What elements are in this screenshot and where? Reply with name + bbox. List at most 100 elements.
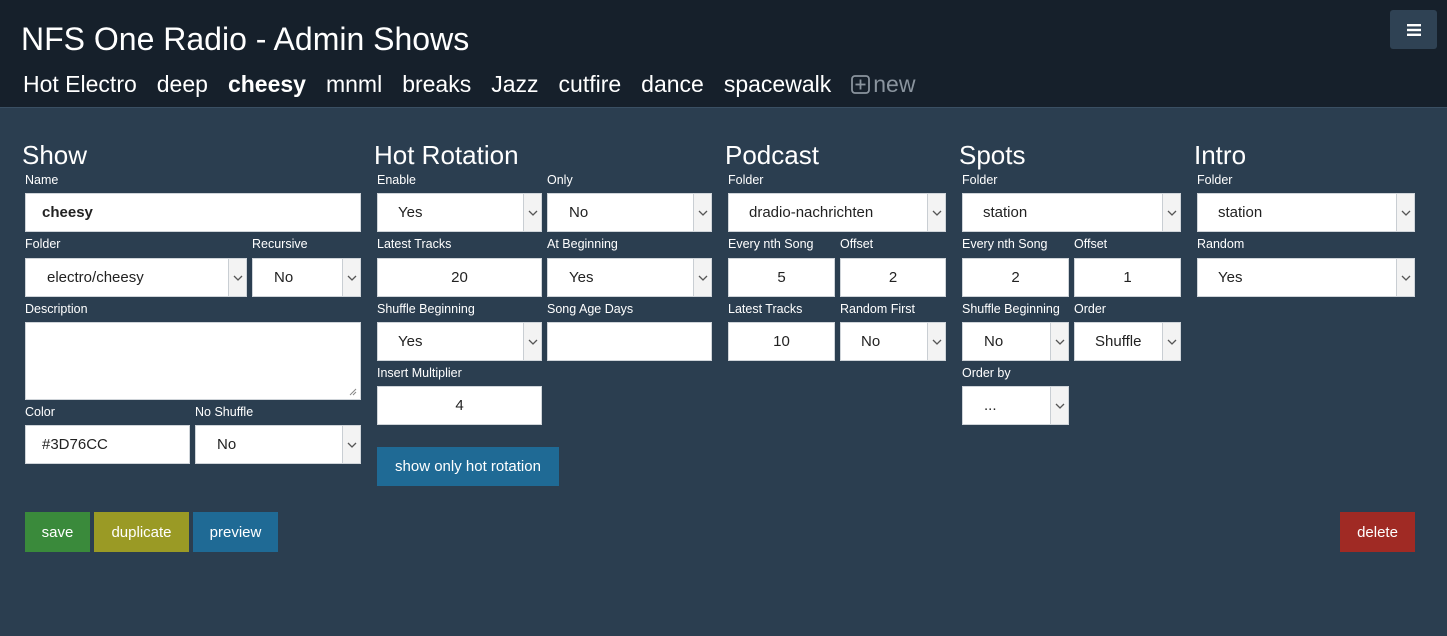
recursive-select[interactable]: No — [252, 258, 361, 297]
color-input[interactable]: #3D76CC — [25, 425, 190, 464]
podcast-every-nth-input[interactable]: 5 — [728, 258, 835, 297]
intro-random-label: Random — [1197, 237, 1245, 251]
color-label: Color — [25, 405, 55, 419]
no-shuffle-label: No Shuffle — [195, 405, 254, 419]
show-only-hot-rotation-button[interactable]: show only hot rotation — [377, 447, 559, 486]
latest-tracks-label: Latest Tracks — [377, 237, 452, 251]
tab-hot-electro[interactable]: Hot Electro — [23, 70, 137, 98]
chevron-down-icon — [927, 194, 945, 231]
latest-tracks-input[interactable]: 20 — [377, 258, 542, 297]
no-shuffle-select[interactable]: No — [195, 425, 361, 464]
tab-cutfire[interactable]: cutfire — [559, 70, 622, 98]
spots-shuffle-beginning-label: Shuffle Beginning — [962, 302, 1060, 316]
spots-every-nth-label: Every nth Song — [962, 237, 1048, 251]
only-select[interactable]: No — [547, 193, 712, 232]
song-age-days-label: Song Age Days — [547, 302, 634, 316]
top-navbar: NFS One Radio - Admin Shows Hot Electro … — [0, 0, 1447, 108]
random-first-select-value: No — [861, 333, 881, 350]
spots-order-by-select[interactable]: ... — [962, 386, 1069, 425]
insert-multiplier-label: Insert Multiplier — [377, 366, 462, 380]
tab-spacewalk[interactable]: spacewalk — [724, 70, 831, 98]
podcast-folder-select-value: dradio-nachrichten — [749, 204, 874, 221]
tab-jazz[interactable]: Jazz — [491, 70, 538, 98]
random-first-label: Random First — [840, 302, 916, 316]
spots-order-label: Order — [1074, 302, 1106, 316]
insert-multiplier-input[interactable]: 4 — [377, 386, 542, 425]
menu-button[interactable] — [1390, 10, 1437, 49]
enable-select[interactable]: Yes — [377, 193, 542, 232]
at-beginning-select[interactable]: Yes — [547, 258, 712, 297]
only-select-value: No — [569, 204, 589, 221]
intro-random-select-value: Yes — [1218, 269, 1243, 286]
intro-heading: Intro — [1194, 140, 1247, 170]
page-title: NFS One Radio - Admin Shows — [21, 21, 470, 57]
tab-dance[interactable]: dance — [641, 70, 704, 98]
spots-order-by-select-value: ... — [984, 397, 997, 414]
save-button[interactable]: save — [25, 512, 90, 552]
folder-select-value: electro/cheesy — [47, 269, 144, 286]
intro-random-select[interactable]: Yes — [1197, 258, 1415, 297]
podcast-every-nth-label: Every nth Song — [728, 237, 814, 251]
at-beginning-select-value: Yes — [569, 269, 594, 286]
chevron-down-icon — [1162, 194, 1180, 231]
podcast-folder-select[interactable]: dradio-nachrichten — [728, 193, 946, 232]
hamburger-icon — [1406, 23, 1421, 36]
intro-folder-label: Folder — [1197, 173, 1233, 187]
spots-order-by-label: Order by — [962, 366, 1011, 380]
spots-order-select[interactable]: Shuffle — [1074, 322, 1181, 361]
chevron-down-icon — [927, 323, 945, 360]
folder-select[interactable]: electro/cheesy — [25, 258, 247, 297]
name-input[interactable]: cheesy — [25, 193, 361, 232]
chevron-down-icon — [1050, 387, 1068, 424]
enable-label: Enable — [377, 173, 416, 187]
tab-breaks[interactable]: breaks — [402, 70, 471, 98]
chevron-down-icon — [1050, 323, 1068, 360]
chevron-down-icon — [1162, 323, 1180, 360]
folder-label: Folder — [25, 237, 61, 251]
spots-shuffle-beginning-select[interactable]: No — [962, 322, 1069, 361]
chevron-down-icon — [1396, 194, 1414, 231]
plus-square-icon — [851, 74, 871, 94]
podcast-offset-input[interactable]: 2 — [840, 258, 946, 297]
podcast-latest-tracks-label: Latest Tracks — [728, 302, 803, 316]
random-first-select[interactable]: No — [840, 322, 946, 361]
recursive-label: Recursive — [252, 237, 308, 251]
tab-new-label: new — [873, 71, 916, 97]
shuffle-beginning-select-value: Yes — [398, 333, 423, 350]
no-shuffle-select-value: No — [217, 436, 237, 453]
song-age-days-input[interactable] — [547, 322, 712, 361]
tab-deep[interactable]: deep — [157, 70, 208, 98]
shuffle-beginning-select[interactable]: Yes — [377, 322, 542, 361]
podcast-latest-tracks-input[interactable]: 10 — [728, 322, 835, 361]
intro-folder-select[interactable]: station — [1197, 193, 1415, 232]
tab-cheesy[interactable]: cheesy — [228, 70, 306, 98]
at-beginning-label: At Beginning — [547, 237, 618, 251]
tab-new[interactable]: new — [851, 70, 915, 98]
preview-button[interactable]: preview — [193, 512, 278, 552]
only-label: Only — [547, 173, 573, 187]
chevron-down-icon — [1396, 259, 1414, 296]
name-label: Name — [25, 173, 59, 187]
spots-folder-select[interactable]: station — [962, 193, 1181, 232]
chevron-down-icon — [228, 259, 246, 296]
show-tabs: Hot Electro deep cheesy mnml breaks Jazz… — [23, 70, 915, 98]
resize-grip-icon[interactable] — [349, 388, 357, 396]
recursive-select-value: No — [274, 269, 294, 286]
spots-every-nth-input[interactable]: 2 — [962, 258, 1069, 297]
podcast-heading: Podcast — [725, 140, 819, 170]
spots-folder-select-value: station — [983, 204, 1028, 221]
delete-button[interactable]: delete — [1340, 512, 1415, 552]
description-label: Description — [25, 302, 88, 316]
chevron-down-icon — [523, 194, 541, 231]
spots-folder-label: Folder — [962, 173, 998, 187]
duplicate-button[interactable]: duplicate — [94, 512, 189, 552]
podcast-folder-label: Folder — [728, 173, 764, 187]
show-heading: Show — [22, 140, 88, 170]
chevron-down-icon — [693, 259, 711, 296]
spots-order-select-value: Shuffle — [1095, 333, 1142, 350]
spots-offset-input[interactable]: 1 — [1074, 258, 1181, 297]
hot-rotation-heading: Hot Rotation — [374, 140, 519, 170]
description-textarea[interactable] — [25, 322, 361, 400]
chevron-down-icon — [693, 194, 711, 231]
tab-mnml[interactable]: mnml — [326, 70, 382, 98]
